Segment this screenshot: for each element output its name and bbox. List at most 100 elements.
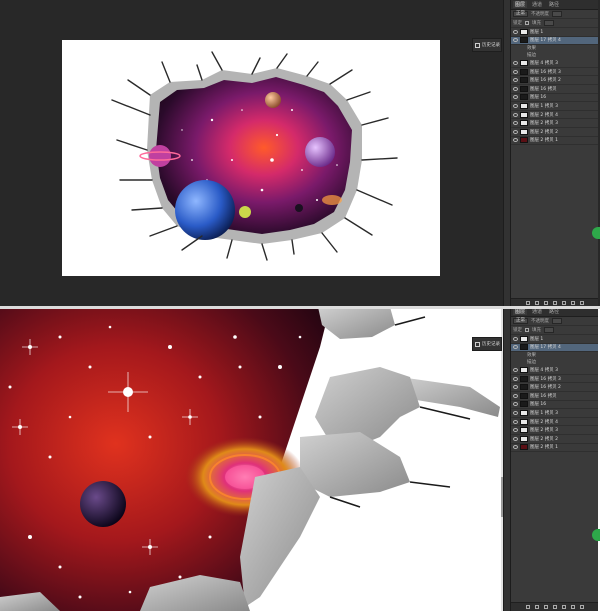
opacity-label: 不透明度 (531, 319, 549, 324)
adjustment-icon[interactable] (552, 605, 557, 609)
visibility-eye-icon[interactable] (513, 376, 518, 381)
zoomed-artwork (0, 307, 503, 611)
new-layer-icon[interactable] (570, 605, 575, 609)
layer-row[interactable]: 图层 16 拷贝 3 (511, 68, 598, 77)
visibility-eye-icon[interactable] (513, 103, 518, 108)
tab-layers[interactable]: 图层 (513, 308, 528, 315)
lock-options: 锁定 填充 (511, 326, 598, 335)
tab-layers[interactable]: 图层 (513, 1, 528, 8)
zoomed-canvas[interactable] (0, 307, 504, 611)
visibility-eye-icon[interactable] (513, 69, 518, 74)
new-layer-icon[interactable] (570, 301, 575, 305)
opacity-field[interactable] (552, 11, 563, 17)
layer-row[interactable]: 图层 2 拷贝 4 (511, 418, 598, 427)
fx-icon[interactable] (534, 301, 539, 305)
visibility-eye-icon[interactable] (513, 86, 518, 91)
visibility-eye-icon[interactable] (513, 78, 518, 83)
link-icon[interactable] (525, 605, 530, 609)
layer-row[interactable]: 图层 16 拷贝 3 (511, 375, 598, 384)
fx-icon[interactable] (534, 605, 539, 609)
layer-row[interactable]: 图层 1 (511, 28, 598, 37)
layer-effect-item[interactable]: 效果 (511, 45, 598, 52)
visibility-eye-icon[interactable] (513, 112, 518, 117)
visibility-eye-icon[interactable] (513, 402, 518, 407)
tab-channels[interactable]: 通道 (530, 1, 544, 8)
mask-icon[interactable] (543, 301, 548, 305)
layer-row[interactable]: 图层 1 拷贝 3 (511, 409, 598, 418)
dark-planet (80, 481, 126, 527)
opacity-label: 不透明度 (531, 12, 549, 17)
visibility-eye-icon[interactable] (513, 393, 518, 398)
history-label: 历史记录 (482, 43, 500, 48)
layer-row[interactable]: 图层 4 拷贝 3 (511, 366, 598, 375)
layer-thumbnail (520, 427, 528, 434)
layer-row[interactable]: 图层 16 拷贝 2 (511, 76, 598, 85)
layer-row[interactable]: 图层 16 拷贝 (511, 85, 598, 94)
layer-thumbnail (520, 94, 528, 101)
visibility-eye-icon[interactable] (513, 445, 518, 450)
adjustment-icon[interactable] (552, 301, 557, 305)
fill-field[interactable] (544, 20, 555, 26)
blend-mode-select[interactable]: 正常 (513, 11, 528, 17)
link-icon[interactable] (525, 301, 530, 305)
visibility-eye-icon[interactable] (513, 367, 518, 372)
lock-icon[interactable] (525, 328, 529, 332)
layer-name: 图层 2 拷贝 4 (530, 419, 559, 425)
layer-row[interactable]: 图层 2 拷贝 1 (511, 444, 598, 453)
visibility-eye-icon[interactable] (513, 419, 518, 424)
tab-channels[interactable]: 通道 (530, 308, 544, 315)
visibility-eye-icon[interactable] (513, 385, 518, 390)
layer-thumbnail (520, 102, 528, 109)
layer-effect-item[interactable]: 效果 (511, 352, 598, 359)
layer-row[interactable]: 图层 2 拷贝 3 (511, 119, 598, 128)
layer-row[interactable]: 图层 2 拷贝 2 (511, 435, 598, 444)
layer-thumbnail (520, 77, 528, 84)
status-indicator-icon[interactable] (592, 227, 600, 239)
history-panel-button[interactable]: 历史记录 (472, 38, 502, 52)
visibility-eye-icon[interactable] (513, 138, 518, 143)
layer-row[interactable]: 图层 1 拷贝 3 (511, 102, 598, 111)
visibility-eye-icon[interactable] (513, 345, 518, 350)
trash-icon[interactable] (579, 605, 584, 609)
tab-paths[interactable]: 路径 (547, 308, 561, 315)
layer-row[interactable]: 图层 16 (511, 94, 598, 103)
status-indicator-icon[interactable] (592, 529, 600, 541)
visibility-eye-icon[interactable] (513, 60, 518, 65)
opacity-field[interactable] (552, 318, 563, 324)
layers-panel-footer (511, 602, 598, 611)
visibility-eye-icon[interactable] (513, 29, 518, 34)
folder-icon[interactable] (561, 301, 566, 305)
layer-row[interactable]: 图层 1 (511, 335, 598, 344)
layer-row[interactable]: 图层 4 拷贝 3 (511, 59, 598, 68)
layer-row[interactable]: 图层 16 拷贝 2 (511, 383, 598, 392)
visibility-eye-icon[interactable] (513, 336, 518, 341)
layer-row[interactable]: 图层 2 拷贝 3 (511, 426, 598, 435)
blend-mode-select[interactable]: 正常 (513, 318, 528, 324)
fill-field[interactable] (544, 327, 555, 333)
tab-paths[interactable]: 路径 (547, 1, 561, 8)
layer-row[interactable]: 图层 17 拷贝 4 (511, 343, 598, 353)
layer-row[interactable]: 图层 2 拷贝 4 (511, 111, 598, 120)
visibility-eye-icon[interactable] (513, 410, 518, 415)
layer-effect-item[interactable]: 描边 (511, 359, 598, 366)
layer-effect-item[interactable]: 描边 (511, 52, 598, 59)
visibility-eye-icon[interactable] (513, 129, 518, 134)
document-canvas[interactable] (62, 40, 440, 276)
layer-row[interactable]: 图层 16 拷贝 (511, 392, 598, 401)
layer-list-bottom: 图层 1 图层 17 拷贝 4 效果 描边 图层 4 拷贝 3 图层 16 拷贝 3 图层 … (511, 335, 598, 453)
lock-icon[interactable] (525, 21, 529, 25)
mask-icon[interactable] (543, 605, 548, 609)
visibility-eye-icon[interactable] (513, 38, 518, 43)
visibility-eye-icon[interactable] (513, 428, 518, 433)
layer-row[interactable]: 图层 2 拷贝 2 (511, 128, 598, 137)
trash-icon[interactable] (579, 301, 584, 305)
layer-row[interactable]: 图层 16 (511, 401, 598, 410)
history-panel-button-2[interactable]: 历史记录 (472, 337, 502, 351)
layer-row[interactable]: 图层 2 拷贝 1 (511, 137, 598, 146)
visibility-eye-icon[interactable] (513, 121, 518, 126)
folder-icon[interactable] (561, 605, 566, 609)
visibility-eye-icon[interactable] (513, 95, 518, 100)
layer-row[interactable]: 图层 17 拷贝 4 (511, 36, 598, 46)
visibility-eye-icon[interactable] (513, 436, 518, 441)
layer-name: 图层 17 拷贝 4 (530, 38, 561, 44)
